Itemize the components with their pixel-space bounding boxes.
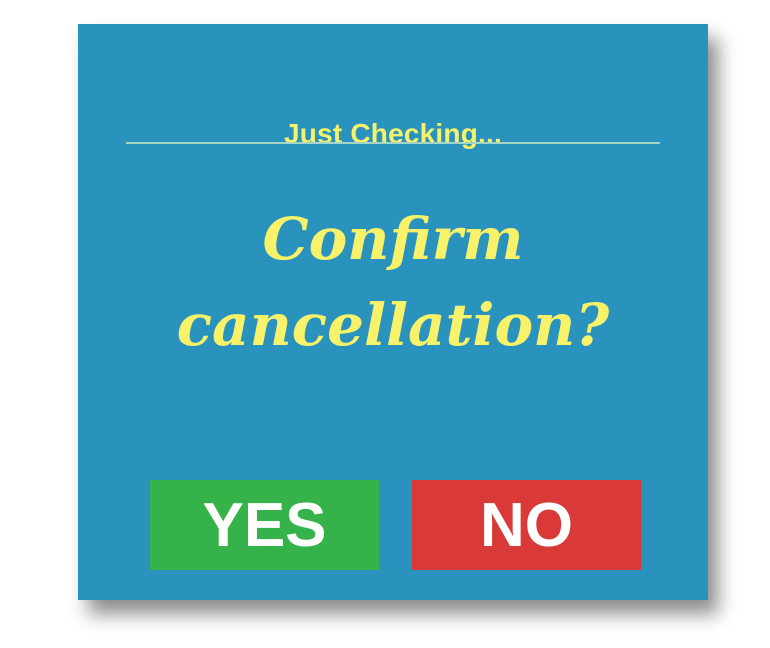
yes-button-label: YES — [202, 490, 327, 560]
dialog-message: Confirm cancellation? — [78, 196, 708, 368]
message-line-2: cancellation? — [176, 291, 610, 359]
dialog-header: Just Checking... — [284, 118, 502, 149]
no-button[interactable]: NO — [412, 480, 641, 570]
confirm-dialog: Just Checking... Confirm cancellation? Y… — [78, 24, 708, 600]
no-button-label: NO — [480, 490, 573, 560]
header-divider — [126, 142, 660, 144]
message-line-1: Confirm — [262, 205, 524, 273]
yes-button[interactable]: YES — [150, 480, 379, 570]
